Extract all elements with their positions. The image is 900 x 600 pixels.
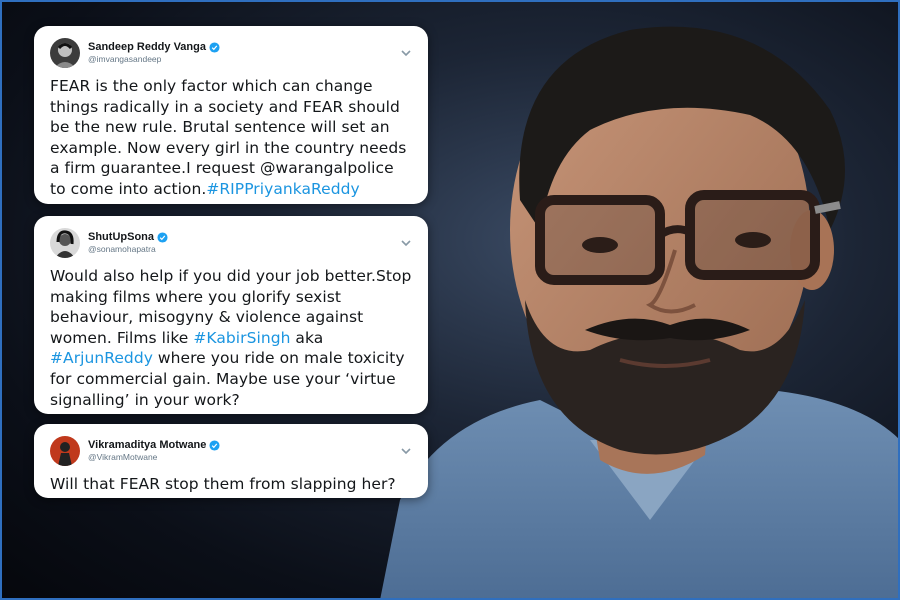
tweet-text: Would also help if you did your job bett…: [50, 267, 412, 409]
tweet-text: Will that FEAR stop them from slapping h…: [50, 475, 396, 493]
tweet-text: FEAR is the only factor which can change…: [50, 77, 407, 198]
avatar[interactable]: [50, 228, 80, 258]
tweet-card[interactable]: Vikramaditya Motwane @VikramMotwane Will…: [34, 424, 428, 498]
avatar[interactable]: [50, 436, 80, 466]
user-handle[interactable]: @VikramMotwane: [88, 452, 220, 463]
verified-badge-icon: [157, 232, 168, 243]
tweet-header: Vikramaditya Motwane @VikramMotwane: [50, 434, 414, 468]
tweet-card[interactable]: Sandeep Reddy Vanga @imvangasandeep FEAR…: [34, 26, 428, 204]
hashtag-link[interactable]: #KabirSingh: [193, 329, 290, 347]
verified-badge-icon: [209, 440, 220, 451]
chevron-down-icon[interactable]: [400, 446, 412, 456]
hashtag-link[interactable]: #ArjunReddy: [50, 349, 153, 367]
user-handle[interactable]: @sonamohapatra: [88, 244, 168, 255]
avatar[interactable]: [50, 38, 80, 68]
chevron-down-icon[interactable]: [400, 48, 412, 58]
man-portrait-photo: [380, 26, 900, 600]
tweet-card[interactable]: ShutUpSona @sonamohapatra Would also hel…: [34, 216, 428, 414]
verified-badge-icon: [209, 42, 220, 53]
user-handle[interactable]: @imvangasandeep: [88, 54, 220, 65]
display-name[interactable]: ShutUpSona: [88, 231, 154, 244]
display-name[interactable]: Sandeep Reddy Vanga: [88, 41, 206, 54]
chevron-down-icon[interactable]: [400, 238, 412, 248]
tweet-header: ShutUpSona @sonamohapatra: [50, 226, 414, 260]
display-name[interactable]: Vikramaditya Motwane: [88, 439, 206, 452]
hashtag-link[interactable]: #RIPPriyankaReddy: [206, 180, 359, 198]
tweet-header: Sandeep Reddy Vanga @imvangasandeep: [50, 36, 414, 70]
